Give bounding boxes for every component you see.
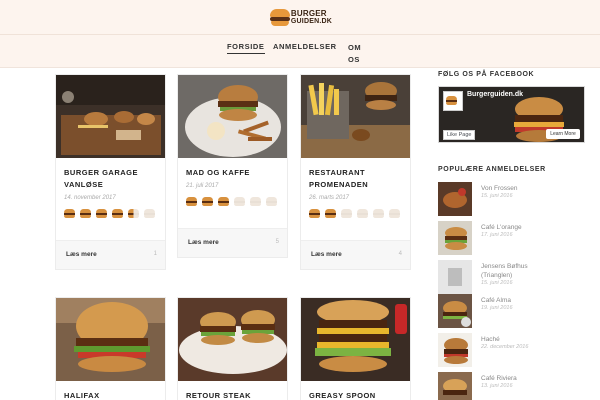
popular-review-title[interactable]: Café Riviera xyxy=(481,374,517,383)
review-card: HALIFAX xyxy=(55,297,166,400)
review-title[interactable]: GREASY SPOON xyxy=(309,390,402,400)
site-logo[interactable]: BURGER GUIDEN.DK xyxy=(270,6,332,30)
popular-review-item[interactable]: Von Frossen 15. juni 2016 xyxy=(438,182,588,216)
popular-review-date: 13. juni 2016 xyxy=(481,383,513,389)
review-title-line2: VANLØSE xyxy=(64,180,104,189)
review-title[interactable]: HALIFAX xyxy=(64,390,157,400)
review-date: 21. juli 2017 xyxy=(186,183,219,189)
burger-rating xyxy=(309,209,402,218)
logo-text-line2: GUIDEN.DK xyxy=(290,18,332,25)
popular-review-date: 15. juni 2016 xyxy=(481,193,513,199)
burger-rating-icon xyxy=(234,197,245,206)
facebook-page-avatar[interactable] xyxy=(443,91,463,111)
review-date: 14. november 2017 xyxy=(64,195,116,201)
burger-rating-icon xyxy=(96,209,107,218)
review-date: 26. marts 2017 xyxy=(309,195,350,201)
popular-review-item[interactable]: Café L'orange 17. juni 2016 xyxy=(438,221,588,255)
burger-rating-icon xyxy=(64,209,75,218)
review-card: RESTAURANT PROMENADEN 26. marts 2017 Læs… xyxy=(300,74,411,270)
facebook-widget[interactable]: Burgerguiden.dk Like Page Learn More xyxy=(438,86,585,143)
burger-rating-icon xyxy=(218,197,229,206)
popular-review-thumb[interactable] xyxy=(438,260,472,294)
burger-rating-icon xyxy=(112,209,123,218)
burger-rating-icon xyxy=(357,209,368,218)
review-title[interactable]: BURGER GARAGE VANLØSE xyxy=(64,167,157,191)
review-image[interactable] xyxy=(178,298,287,381)
burger-rating-icon xyxy=(373,209,384,218)
burger-rating-icon xyxy=(80,209,91,218)
popular-heading: POPULÆRE ANMELDELSER xyxy=(438,166,546,173)
popular-review-thumb[interactable] xyxy=(438,372,472,400)
review-title-line1: RESTAURANT xyxy=(309,168,366,177)
review-title-line1: MAD OG KAFFE xyxy=(186,168,250,177)
popular-review-thumb[interactable] xyxy=(438,221,472,255)
review-image[interactable] xyxy=(301,75,410,158)
site-header: BURGER GUIDEN.DK FORSIDE ANMELDELSER OM … xyxy=(0,0,600,68)
facebook-learn-more-button[interactable]: Learn More xyxy=(546,129,580,139)
nav-item-os-label: OS xyxy=(348,55,361,64)
burger-rating-icon xyxy=(389,209,400,218)
burger-rating-icon xyxy=(341,209,352,218)
burger-logo-icon xyxy=(270,9,290,27)
nav-item-forside[interactable]: FORSIDE xyxy=(227,42,265,54)
popular-review-title[interactable]: Jensens Bøfhus (Trianglen) xyxy=(481,262,528,280)
burger-rating-icon xyxy=(186,197,197,206)
popular-review-thumb[interactable] xyxy=(438,333,472,367)
review-title[interactable]: RETOUR STEAK xyxy=(186,390,279,400)
review-image[interactable] xyxy=(56,75,165,158)
review-title-line2: PROMENADEN xyxy=(309,180,369,189)
popular-review-date: 17. juni 2016 xyxy=(481,232,513,238)
burger-rating-icon xyxy=(250,197,261,206)
popular-review-date: 19. juni 2016 xyxy=(481,305,513,311)
review-image[interactable] xyxy=(178,75,287,158)
review-image[interactable] xyxy=(301,298,410,381)
popular-review-item[interactable]: Jensens Bøfhus (Trianglen) 15. juni 2016 xyxy=(438,260,588,294)
read-more-link[interactable]: Læs mere xyxy=(66,251,97,258)
popular-review-title-line1: Jensens Bøfhus xyxy=(481,263,528,270)
logo-text-line1: BURGER xyxy=(290,9,327,18)
review-card: BURGER GARAGE VANLØSE 14. november 2017 … xyxy=(55,74,166,270)
nav-item-om-os[interactable]: OM OS xyxy=(348,42,361,66)
comment-count[interactable]: 1 xyxy=(154,251,157,257)
popular-review-item[interactable]: Café Alma 19. juni 2016 xyxy=(438,294,588,328)
burger-rating-icon xyxy=(202,197,213,206)
popular-review-title[interactable]: Haché xyxy=(481,335,500,344)
burger-rating-icon xyxy=(128,209,139,218)
burger-rating-icon xyxy=(266,197,277,206)
review-card: GREASY SPOON xyxy=(300,297,411,400)
burger-rating xyxy=(64,209,157,218)
main-nav: FORSIDE ANMELDELSER OM OS xyxy=(0,34,600,68)
popular-review-date: 15. juni 2016 xyxy=(481,280,513,286)
review-title[interactable]: MAD OG KAFFE xyxy=(186,167,279,179)
popular-review-item[interactable]: Café Riviera 13. juni 2016 xyxy=(438,372,588,400)
review-title[interactable]: RESTAURANT PROMENADEN xyxy=(309,167,402,191)
read-more-link[interactable]: Læs mere xyxy=(311,251,342,258)
review-title-line1: BURGER GARAGE xyxy=(64,168,139,177)
popular-review-title[interactable]: Café L'orange xyxy=(481,223,522,232)
review-image[interactable] xyxy=(56,298,165,381)
popular-review-item[interactable]: Haché 22. december 2016 xyxy=(438,333,588,367)
popular-review-date: 22. december 2016 xyxy=(481,344,529,350)
popular-review-thumb[interactable] xyxy=(438,182,472,216)
burger-rating-icon xyxy=(309,209,320,218)
review-card: RETOUR STEAK xyxy=(177,297,288,400)
comment-count[interactable]: 5 xyxy=(276,239,279,245)
burger-rating-icon xyxy=(144,209,155,218)
popular-review-title-line2: (Trianglen) xyxy=(481,272,513,279)
burger-rating-icon xyxy=(325,209,336,218)
review-card: MAD OG KAFFE 21. juli 2017 Læs mere 5 xyxy=(177,74,288,258)
burger-rating xyxy=(186,197,279,206)
burger-logo-icon xyxy=(446,95,460,107)
popular-review-title[interactable]: Von Frossen xyxy=(481,184,518,193)
facebook-heading: FØLG OS PÅ FACEBOOK xyxy=(438,71,535,78)
read-more-link[interactable]: Læs mere xyxy=(188,239,219,246)
facebook-page-name[interactable]: Burgerguiden.dk xyxy=(467,91,523,98)
popular-review-title[interactable]: Café Alma xyxy=(481,296,511,305)
comment-count[interactable]: 4 xyxy=(399,251,402,257)
nav-item-om-label: OM xyxy=(348,43,362,52)
popular-review-thumb[interactable] xyxy=(438,294,472,328)
nav-item-anmeldelser[interactable]: ANMELDELSER xyxy=(273,42,337,51)
facebook-like-button[interactable]: Like Page xyxy=(443,130,476,140)
